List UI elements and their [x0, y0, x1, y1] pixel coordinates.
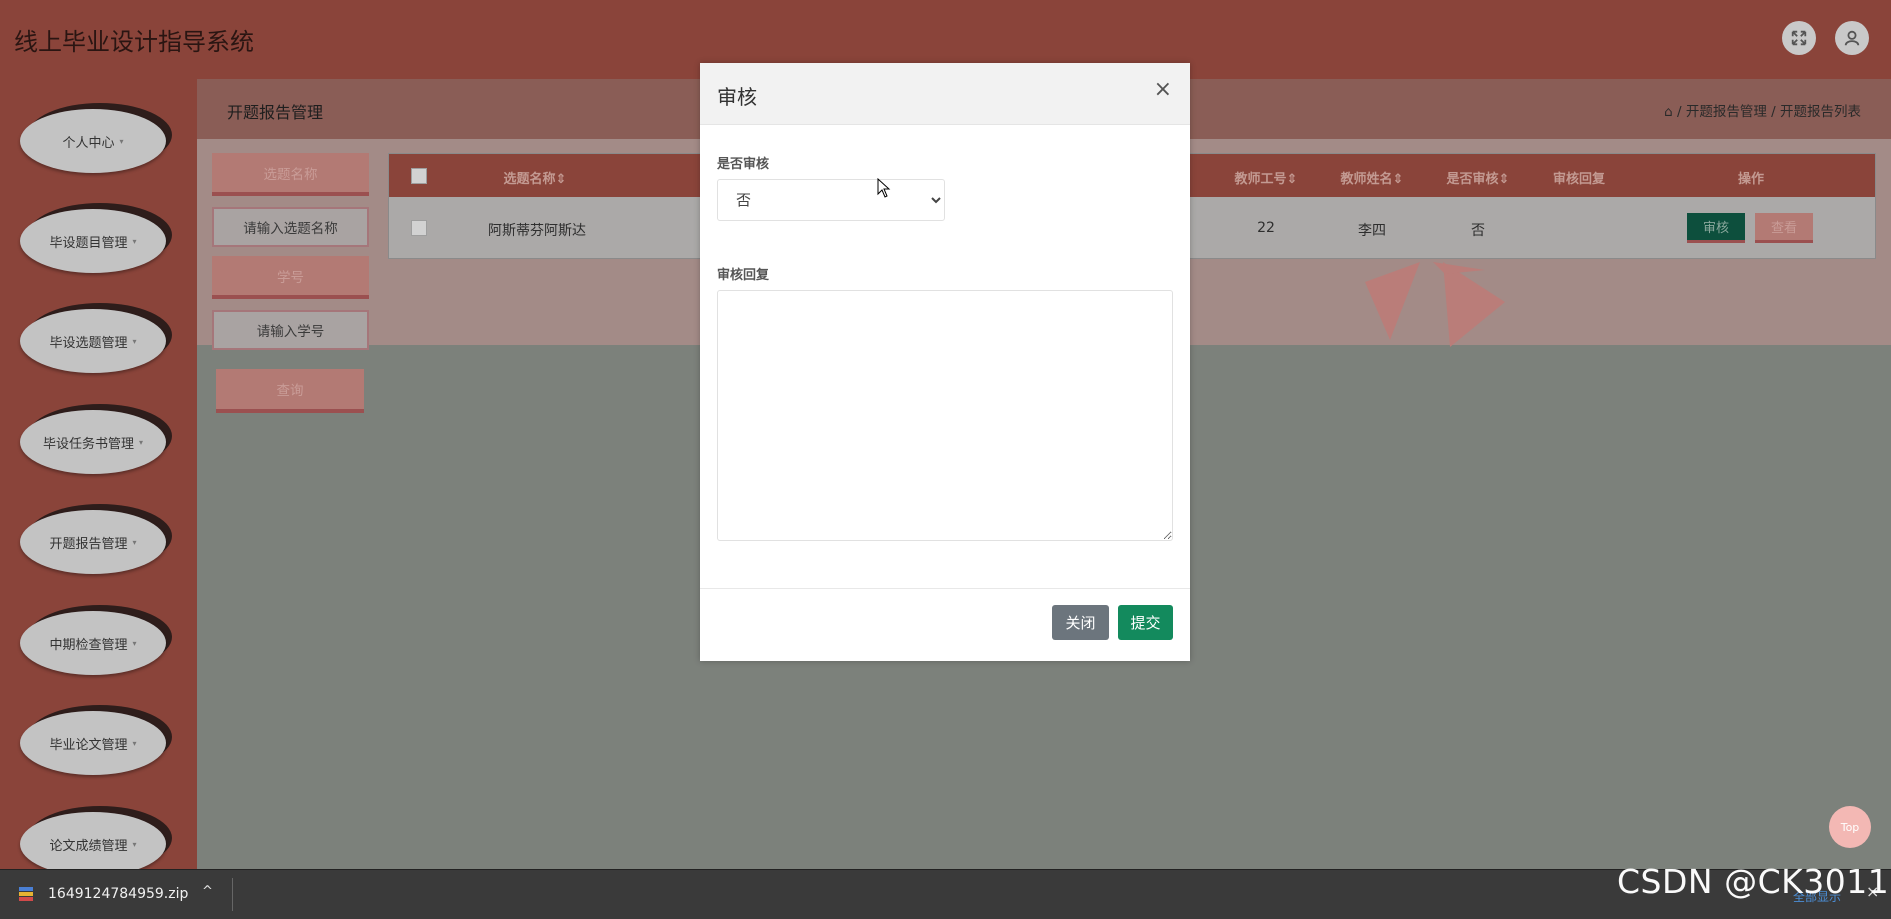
- audit-modal: 审核 × 是否审核 否 审核回复 关闭 提交: [700, 63, 1190, 661]
- sidebar-item-label: 开题报告管理: [49, 536, 128, 552]
- select-all-checkbox[interactable]: [411, 168, 427, 184]
- sidebar-item-topic-management[interactable]: 毕设题目管理 ▾: [20, 203, 172, 273]
- chevron-down-icon: ▾: [119, 136, 124, 146]
- back-to-top-button[interactable]: Top: [1829, 806, 1871, 848]
- sidebar-item-label: 毕业论文管理: [49, 737, 128, 753]
- modal-footer-divider: [700, 588, 1190, 589]
- column-header-reply: 审核回复: [1552, 172, 1606, 187]
- sidebar-item-task-book[interactable]: 毕设任务书管理 ▾: [20, 404, 172, 474]
- decorative-shape: [1365, 262, 1505, 347]
- sidebar-item-pill[interactable]: 个人中心 ▾: [20, 109, 166, 173]
- column-header-audited[interactable]: 是否审核⇕: [1447, 168, 1510, 187]
- column-header-label: 是否审核: [1446, 172, 1499, 187]
- cell-audited: 否: [1471, 223, 1485, 239]
- column-header-teacher-no[interactable]: 教师工号⇕: [1235, 168, 1298, 187]
- topic-filter-label: 选题名称: [212, 153, 369, 196]
- sidebar-item-pill[interactable]: 中期检查管理 ▾: [20, 611, 166, 675]
- chevron-down-icon: ▾: [132, 236, 137, 246]
- cell-teacher-name: 李四: [1358, 223, 1386, 239]
- reply-textarea[interactable]: [717, 290, 1173, 541]
- modal-title: 审核: [717, 85, 757, 109]
- download-filename[interactable]: 1649124784959.zip: [48, 886, 188, 902]
- audit-button[interactable]: 审核: [1687, 213, 1745, 243]
- chevron-down-icon: ▾: [132, 638, 137, 648]
- sidebar: 个人中心 ▾ 毕设题目管理 ▾ 毕设选题管理 ▾ 毕设任务书管理 ▾ 开题报告管…: [0, 79, 197, 869]
- sidebar-item-proposal-report[interactable]: 开题报告管理 ▾: [20, 504, 172, 574]
- sidebar-item-label: 中期检查管理: [49, 637, 128, 653]
- sidebar-item-label: 个人中心: [62, 135, 115, 151]
- view-button[interactable]: 查看: [1755, 213, 1813, 243]
- archive-icon: [19, 887, 33, 901]
- section-title: 开题报告管理: [227, 103, 324, 122]
- row-checkbox[interactable]: [411, 220, 427, 236]
- close-button[interactable]: 关闭: [1052, 605, 1109, 640]
- mouse-cursor-icon: [877, 178, 891, 198]
- download-bar: 1649124784959.zip ^ 全部显示 ×: [0, 869, 1891, 919]
- chevron-down-icon: ▾: [139, 437, 144, 447]
- column-header-actions: 操作: [1737, 172, 1765, 187]
- topic-search-input[interactable]: 请输入选题名称: [212, 207, 369, 247]
- breadcrumb-path[interactable]: / 开题报告管理 / 开题报告列表: [1677, 104, 1861, 120]
- close-icon[interactable]: ×: [1154, 77, 1172, 102]
- sidebar-item-label: 毕设任务书管理: [42, 436, 134, 452]
- sidebar-item-label: 毕设选题管理: [49, 335, 128, 351]
- chevron-down-icon: ▾: [132, 537, 137, 547]
- chevron-down-icon: ▾: [132, 839, 137, 849]
- reply-field-label: 审核回复: [717, 268, 770, 283]
- chevron-down-icon: ▾: [132, 336, 137, 346]
- sidebar-item-thesis[interactable]: 毕业论文管理 ▾: [20, 705, 172, 775]
- sidebar-item-midterm-check[interactable]: 中期检查管理 ▾: [20, 605, 172, 675]
- home-icon[interactable]: ⌂: [1664, 104, 1673, 120]
- user-icon[interactable]: [1835, 21, 1869, 55]
- column-header-label: 选题名称: [503, 172, 556, 187]
- sidebar-item-label: 毕设题目管理: [49, 235, 128, 251]
- sidebar-item-pill[interactable]: 论文成绩管理 ▾: [20, 812, 166, 869]
- sidebar-item-personal-center[interactable]: 个人中心 ▾: [20, 103, 172, 173]
- query-button[interactable]: 查询: [216, 369, 364, 413]
- column-header-teacher-name[interactable]: 教师姓名⇕: [1341, 168, 1404, 187]
- audit-select[interactable]: 否: [717, 179, 945, 221]
- watermark: CSDN @CK3011: [1617, 862, 1890, 901]
- column-header-topic[interactable]: 选题名称⇕: [504, 168, 567, 187]
- sidebar-item-thesis-grades[interactable]: 论文成绩管理 ▾: [20, 806, 172, 869]
- chevron-up-icon[interactable]: ^: [202, 884, 213, 899]
- sidebar-item-topic-selection[interactable]: 毕设选题管理 ▾: [20, 303, 172, 373]
- modal-header: 审核 ×: [700, 63, 1190, 125]
- cell-teacher-no: 22: [1257, 220, 1275, 236]
- sidebar-item-pill[interactable]: 毕设题目管理 ▾: [20, 209, 166, 273]
- sidebar-item-pill[interactable]: 毕设任务书管理 ▾: [20, 410, 166, 474]
- column-header-label: 教师工号: [1234, 172, 1287, 187]
- fullscreen-icon[interactable]: [1782, 21, 1816, 55]
- sidebar-item-pill[interactable]: 毕设选题管理 ▾: [20, 309, 166, 373]
- sidebar-item-pill[interactable]: 开题报告管理 ▾: [20, 510, 166, 574]
- cell-topic: 阿斯蒂芬阿斯达: [488, 223, 586, 239]
- column-header-label: 教师姓名: [1340, 172, 1393, 187]
- student-filter-label: 学号: [212, 256, 369, 299]
- app-title: 线上毕业设计指导系统: [14, 28, 254, 56]
- divider: [232, 878, 233, 911]
- sidebar-item-label: 论文成绩管理: [49, 838, 128, 854]
- sidebar-item-pill[interactable]: 毕业论文管理 ▾: [20, 711, 166, 775]
- chevron-down-icon: ▾: [132, 738, 137, 748]
- submit-button[interactable]: 提交: [1118, 605, 1173, 640]
- breadcrumb: ⌂ / 开题报告管理 / 开题报告列表: [1664, 100, 1861, 120]
- audit-field-label: 是否审核: [717, 157, 770, 172]
- student-id-input[interactable]: 请输入学号: [212, 310, 369, 350]
